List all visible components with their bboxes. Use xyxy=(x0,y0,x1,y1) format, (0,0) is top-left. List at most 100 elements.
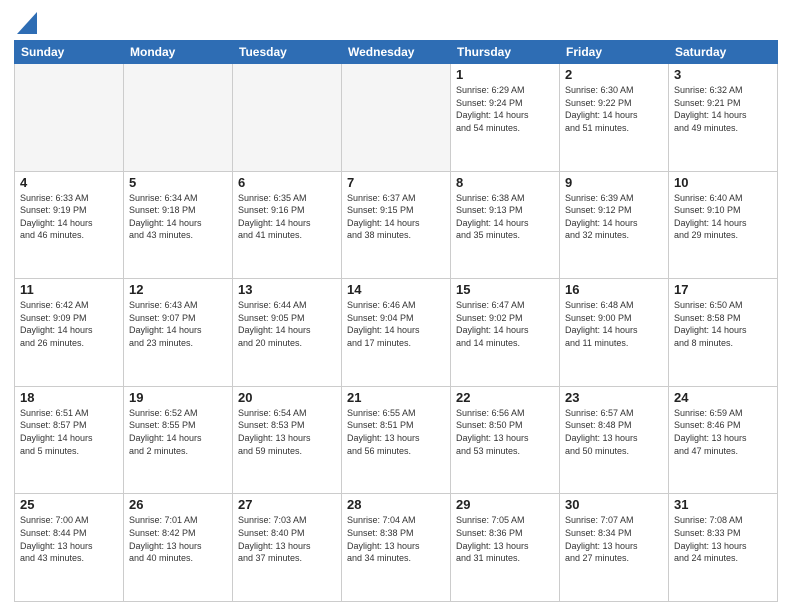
day-info: Sunrise: 7:01 AM Sunset: 8:42 PM Dayligh… xyxy=(129,514,227,564)
calendar-cell: 28 Sunrise: 7:04 AM Sunset: 8:38 PM Dayli… xyxy=(342,494,451,602)
day-number: 29 xyxy=(456,497,554,512)
day-info: Sunrise: 7:05 AM Sunset: 8:36 PM Dayligh… xyxy=(456,514,554,564)
day-info: Sunrise: 6:47 AM Sunset: 9:02 PM Dayligh… xyxy=(456,299,554,349)
page: SundayMondayTuesdayWednesdayThursdayFrid… xyxy=(0,0,792,612)
day-info: Sunrise: 7:04 AM Sunset: 8:38 PM Dayligh… xyxy=(347,514,445,564)
day-number: 14 xyxy=(347,282,445,297)
calendar-cell xyxy=(124,64,233,172)
day-info: Sunrise: 6:43 AM Sunset: 9:07 PM Dayligh… xyxy=(129,299,227,349)
calendar-cell: 21 Sunrise: 6:55 AM Sunset: 8:51 PM Dayli… xyxy=(342,386,451,494)
day-number: 19 xyxy=(129,390,227,405)
calendar-cell: 8Sunrise: 6:38 AM Sunset: 9:13 PM Daylig… xyxy=(451,171,560,279)
day-info: Sunrise: 7:08 AM Sunset: 8:33 PM Dayligh… xyxy=(674,514,772,564)
calendar-cell: 13 Sunrise: 6:44 AM Sunset: 9:05 PM Dayli… xyxy=(233,279,342,387)
calendar-cell: 26Sunrise: 7:01 AM Sunset: 8:42 PM Dayli… xyxy=(124,494,233,602)
day-info: Sunrise: 6:55 AM Sunset: 8:51 PM Dayligh… xyxy=(347,407,445,457)
day-info: Sunrise: 6:39 AM Sunset: 9:12 PM Dayligh… xyxy=(565,192,663,242)
calendar-cell: 12Sunrise: 6:43 AM Sunset: 9:07 PM Dayli… xyxy=(124,279,233,387)
day-info: Sunrise: 6:50 AM Sunset: 8:58 PM Dayligh… xyxy=(674,299,772,349)
weekday-header-row: SundayMondayTuesdayWednesdayThursdayFrid… xyxy=(15,41,778,64)
day-number: 2 xyxy=(565,67,663,82)
day-number: 6 xyxy=(238,175,336,190)
day-number: 7 xyxy=(347,175,445,190)
logo-name xyxy=(14,10,37,34)
day-number: 17 xyxy=(674,282,772,297)
day-number: 28 xyxy=(347,497,445,512)
calendar-cell: 14 Sunrise: 6:46 AM Sunset: 9:04 PM Dayli… xyxy=(342,279,451,387)
calendar-cell: 10 Sunrise: 6:40 AM Sunset: 9:10 PM Dayli… xyxy=(669,171,778,279)
day-info: Sunrise: 7:03 AM Sunset: 8:40 PM Dayligh… xyxy=(238,514,336,564)
calendar-cell: 20Sunrise: 6:54 AM Sunset: 8:53 PM Dayli… xyxy=(233,386,342,494)
calendar-cell: 24Sunrise: 6:59 AM Sunset: 8:46 PM Dayli… xyxy=(669,386,778,494)
calendar-cell: 3 Sunrise: 6:32 AM Sunset: 9:21 PM Daylig… xyxy=(669,64,778,172)
day-number: 11 xyxy=(20,282,118,297)
day-info: Sunrise: 6:59 AM Sunset: 8:46 PM Dayligh… xyxy=(674,407,772,457)
calendar-cell xyxy=(15,64,124,172)
day-number: 30 xyxy=(565,497,663,512)
week-row-1: 1 Sunrise: 6:29 AM Sunset: 9:24 PM Daylig… xyxy=(15,64,778,172)
calendar-table: SundayMondayTuesdayWednesdayThursdayFrid… xyxy=(14,40,778,602)
calendar-cell: 17 Sunrise: 6:50 AM Sunset: 8:58 PM Dayli… xyxy=(669,279,778,387)
weekday-header-monday: Monday xyxy=(124,41,233,64)
day-number: 18 xyxy=(20,390,118,405)
calendar-cell: 11 Sunrise: 6:42 AM Sunset: 9:09 PM Dayli… xyxy=(15,279,124,387)
day-info: Sunrise: 6:32 AM Sunset: 9:21 PM Dayligh… xyxy=(674,84,772,134)
day-number: 9 xyxy=(565,175,663,190)
day-number: 10 xyxy=(674,175,772,190)
day-number: 5 xyxy=(129,175,227,190)
week-row-4: 18 Sunrise: 6:51 AM Sunset: 8:57 PM Dayli… xyxy=(15,386,778,494)
day-info: Sunrise: 6:38 AM Sunset: 9:13 PM Dayligh… xyxy=(456,192,554,242)
day-number: 27 xyxy=(238,497,336,512)
day-info: Sunrise: 6:42 AM Sunset: 9:09 PM Dayligh… xyxy=(20,299,118,349)
weekday-header-wednesday: Wednesday xyxy=(342,41,451,64)
day-number: 4 xyxy=(20,175,118,190)
weekday-header-sunday: Sunday xyxy=(15,41,124,64)
calendar-cell: 29 Sunrise: 7:05 AM Sunset: 8:36 PM Dayli… xyxy=(451,494,560,602)
day-number: 20 xyxy=(238,390,336,405)
calendar-cell: 30 Sunrise: 7:07 AM Sunset: 8:34 PM Dayli… xyxy=(560,494,669,602)
day-info: Sunrise: 7:00 AM Sunset: 8:44 PM Dayligh… xyxy=(20,514,118,564)
calendar-cell: 27 Sunrise: 7:03 AM Sunset: 8:40 PM Dayli… xyxy=(233,494,342,602)
calendar-cell: 23Sunrise: 6:57 AM Sunset: 8:48 PM Dayli… xyxy=(560,386,669,494)
day-number: 23 xyxy=(565,390,663,405)
calendar-cell: 22Sunrise: 6:56 AM Sunset: 8:50 PM Dayli… xyxy=(451,386,560,494)
day-number: 25 xyxy=(20,497,118,512)
day-number: 15 xyxy=(456,282,554,297)
calendar-cell xyxy=(233,64,342,172)
header xyxy=(14,10,778,34)
day-number: 13 xyxy=(238,282,336,297)
day-number: 21 xyxy=(347,390,445,405)
calendar-cell xyxy=(342,64,451,172)
calendar-cell: 19Sunrise: 6:52 AM Sunset: 8:55 PM Dayli… xyxy=(124,386,233,494)
day-info: Sunrise: 6:34 AM Sunset: 9:18 PM Dayligh… xyxy=(129,192,227,242)
day-info: Sunrise: 6:51 AM Sunset: 8:57 PM Dayligh… xyxy=(20,407,118,457)
day-number: 31 xyxy=(674,497,772,512)
day-info: Sunrise: 7:07 AM Sunset: 8:34 PM Dayligh… xyxy=(565,514,663,564)
calendar-cell: 18 Sunrise: 6:51 AM Sunset: 8:57 PM Dayli… xyxy=(15,386,124,494)
day-info: Sunrise: 6:40 AM Sunset: 9:10 PM Dayligh… xyxy=(674,192,772,242)
weekday-header-tuesday: Tuesday xyxy=(233,41,342,64)
week-row-2: 4 Sunrise: 6:33 AM Sunset: 9:19 PM Daylig… xyxy=(15,171,778,279)
calendar-cell: 5 Sunrise: 6:34 AM Sunset: 9:18 PM Daylig… xyxy=(124,171,233,279)
logo xyxy=(14,10,37,34)
day-number: 22 xyxy=(456,390,554,405)
day-number: 1 xyxy=(456,67,554,82)
day-info: Sunrise: 6:30 AM Sunset: 9:22 PM Dayligh… xyxy=(565,84,663,134)
day-number: 16 xyxy=(565,282,663,297)
day-info: Sunrise: 6:44 AM Sunset: 9:05 PM Dayligh… xyxy=(238,299,336,349)
day-info: Sunrise: 6:48 AM Sunset: 9:00 PM Dayligh… xyxy=(565,299,663,349)
day-info: Sunrise: 6:29 AM Sunset: 9:24 PM Dayligh… xyxy=(456,84,554,134)
week-row-3: 11 Sunrise: 6:42 AM Sunset: 9:09 PM Dayli… xyxy=(15,279,778,387)
calendar-cell: 15 Sunrise: 6:47 AM Sunset: 9:02 PM Dayli… xyxy=(451,279,560,387)
calendar-cell: 7 Sunrise: 6:37 AM Sunset: 9:15 PM Daylig… xyxy=(342,171,451,279)
week-row-5: 25 Sunrise: 7:00 AM Sunset: 8:44 PM Dayli… xyxy=(15,494,778,602)
calendar-cell: 16 Sunrise: 6:48 AM Sunset: 9:00 PM Dayli… xyxy=(560,279,669,387)
calendar-cell: 9 Sunrise: 6:39 AM Sunset: 9:12 PM Daylig… xyxy=(560,171,669,279)
day-number: 3 xyxy=(674,67,772,82)
weekday-header-saturday: Saturday xyxy=(669,41,778,64)
day-info: Sunrise: 6:37 AM Sunset: 9:15 PM Dayligh… xyxy=(347,192,445,242)
calendar-cell: 1 Sunrise: 6:29 AM Sunset: 9:24 PM Daylig… xyxy=(451,64,560,172)
calendar-cell: 2 Sunrise: 6:30 AM Sunset: 9:22 PM Daylig… xyxy=(560,64,669,172)
day-info: Sunrise: 6:33 AM Sunset: 9:19 PM Dayligh… xyxy=(20,192,118,242)
day-info: Sunrise: 6:46 AM Sunset: 9:04 PM Dayligh… xyxy=(347,299,445,349)
